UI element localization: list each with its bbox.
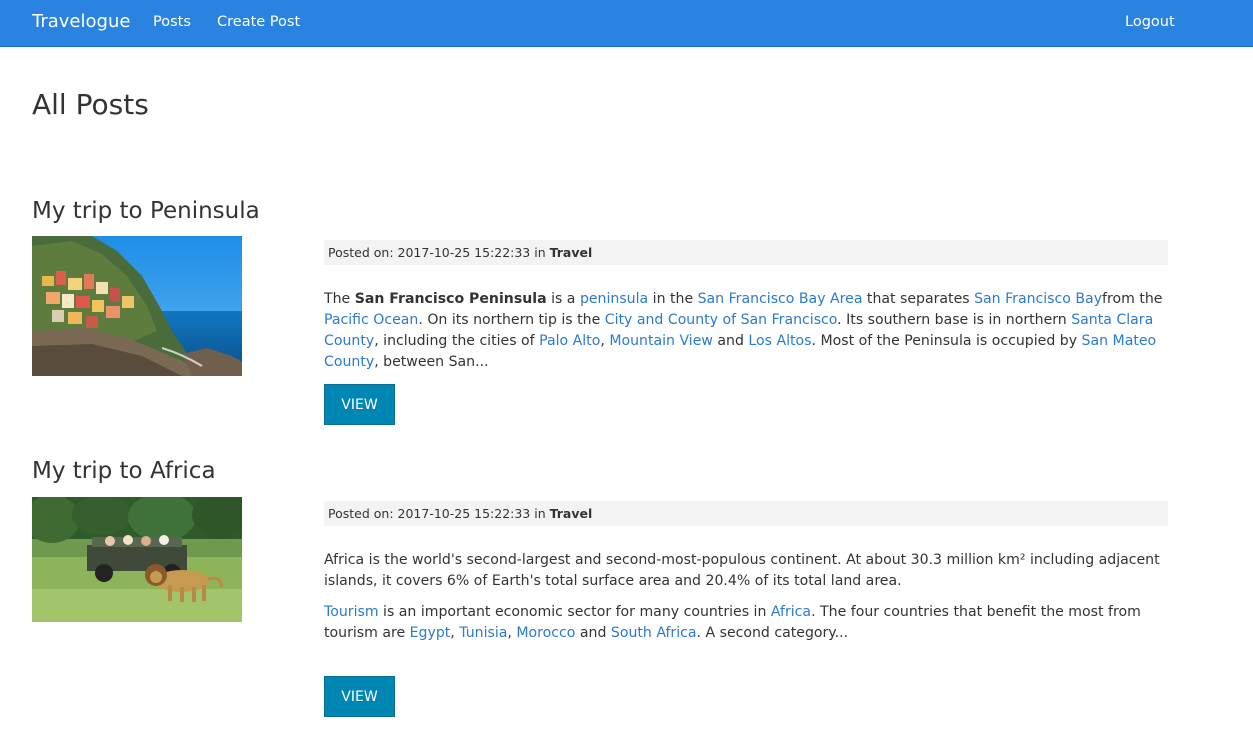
post-date: Posted on: 2017-10-25 15:22:33 in (328, 506, 550, 521)
post-excerpt-africa-p1: Africa is the world's second-largest and… (324, 552, 1160, 589)
link-sf-bay[interactable]: San Francisco Bay (974, 291, 1102, 307)
post-date: Posted on: 2017-10-25 15:22:33 in (328, 245, 550, 260)
excerpt-text: The (324, 291, 355, 307)
link-egypt[interactable]: Egypt (410, 625, 451, 641)
excerpt-text: , between San... (374, 354, 489, 370)
top-navbar: Travelogue Posts Create Post Logout (0, 0, 1253, 47)
link-tunisia[interactable]: Tunisia (459, 625, 507, 641)
post-excerpt-africa-p2: Tourism is an important economic sector … (324, 602, 1172, 644)
excerpt-text: in the (648, 291, 698, 307)
link-tourism[interactable]: Tourism (324, 604, 379, 620)
post-category: Travel (549, 506, 593, 521)
excerpt-bold: San Francisco Peninsula (354, 291, 547, 307)
excerpt-text: is a (546, 291, 580, 307)
excerpt-text: , (600, 333, 610, 349)
post-image-africa[interactable] (32, 497, 242, 622)
view-button-africa[interactable]: VIEW (324, 676, 395, 717)
excerpt-text: . A second category... (696, 625, 849, 641)
nav-logout-link[interactable]: Logout (1125, 14, 1175, 30)
link-africa[interactable]: Africa (771, 604, 811, 620)
brand-link[interactable]: Travelogue (32, 11, 130, 32)
excerpt-text: , (450, 625, 460, 641)
post-category: Travel (549, 245, 593, 260)
excerpt-text: . On its northern tip is the (418, 312, 605, 328)
post-excerpt-peninsula: The San Francisco Peninsula is a peninsu… (324, 289, 1172, 373)
link-los-altos[interactable]: Los Altos (748, 333, 811, 349)
excerpt-text: . Most of the Peninsula is occupied by (811, 333, 1082, 349)
link-peninsula[interactable]: peninsula (580, 291, 648, 307)
link-south-africa[interactable]: South Africa (611, 625, 697, 641)
link-sf-bay-area[interactable]: San Francisco Bay Area (698, 291, 863, 307)
link-palo-alto[interactable]: Palo Alto (539, 333, 600, 349)
excerpt-text: is an important economic sector for many… (378, 604, 771, 620)
excerpt-text: from the (1102, 291, 1163, 307)
view-button-peninsula[interactable]: VIEW (324, 384, 395, 425)
excerpt-text: that separates (862, 291, 975, 307)
post-title-africa[interactable]: My trip to Africa (32, 458, 216, 484)
excerpt-text: and (575, 625, 611, 641)
link-pacific-ocean[interactable]: Pacific Ocean (324, 312, 418, 328)
excerpt-text: . Its southern base is in northern (837, 312, 1072, 328)
link-mountain-view[interactable]: Mountain View (609, 333, 713, 349)
page-title: All Posts (32, 88, 149, 121)
link-city-county-sf[interactable]: City and County of San Francisco (605, 312, 837, 328)
link-morocco[interactable]: Morocco (516, 625, 575, 641)
nav-create-post-link[interactable]: Create Post (217, 14, 300, 30)
post-meta-africa: Posted on: 2017-10-25 15:22:33 in Travel (324, 501, 1168, 526)
post-image-peninsula[interactable] (32, 236, 242, 376)
excerpt-text: and (712, 333, 749, 349)
post-meta-peninsula: Posted on: 2017-10-25 15:22:33 in Travel (324, 240, 1168, 265)
post-title-peninsula[interactable]: My trip to Peninsula (32, 198, 260, 224)
excerpt-text: , including the cities of (374, 333, 540, 349)
nav-posts-link[interactable]: Posts (153, 14, 191, 30)
